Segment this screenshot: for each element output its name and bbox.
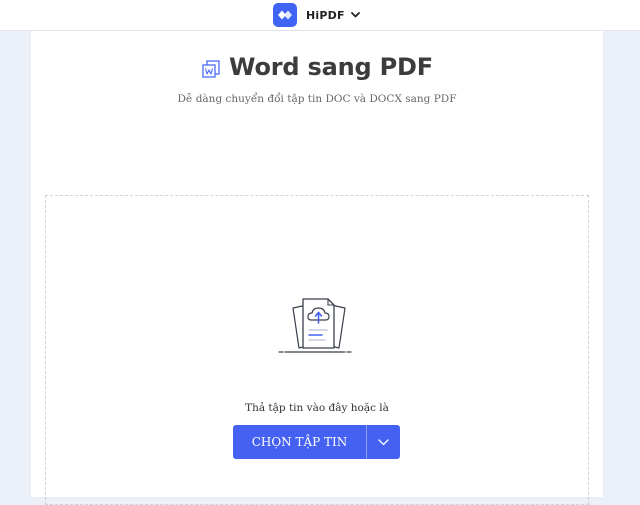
brand-menu[interactable]: HiPDF xyxy=(273,3,360,27)
brand-name: HiPDF xyxy=(306,8,345,22)
choose-file-button[interactable]: CHỌN TẬP TIN xyxy=(233,425,366,459)
hipdf-logo-icon xyxy=(273,3,297,27)
word-file-icon xyxy=(201,59,221,79)
file-drop-zone[interactable]: Thả tập tin vào đây hoặc là CHỌN TẬP TIN xyxy=(45,195,589,505)
title-row: Word sang PDF xyxy=(31,53,603,81)
cloud-upload-icon xyxy=(277,296,357,361)
page-title: Word sang PDF xyxy=(229,53,433,81)
choose-file-group: CHỌN TẬP TIN xyxy=(233,425,400,459)
chevron-down-icon xyxy=(350,12,360,18)
page-subtitle: Dễ dàng chuyển đổi tập tin DOC và DOCX s… xyxy=(177,93,457,105)
chevron-down-icon xyxy=(378,438,389,446)
drop-hint-text: Thả tập tin vào đây hoặc là xyxy=(245,402,389,414)
upload-source-dropdown[interactable] xyxy=(367,425,400,459)
main-card: Word sang PDF Dễ dàng chuyển đổi tập tin… xyxy=(31,31,603,505)
top-bar: HiPDF xyxy=(0,0,640,31)
